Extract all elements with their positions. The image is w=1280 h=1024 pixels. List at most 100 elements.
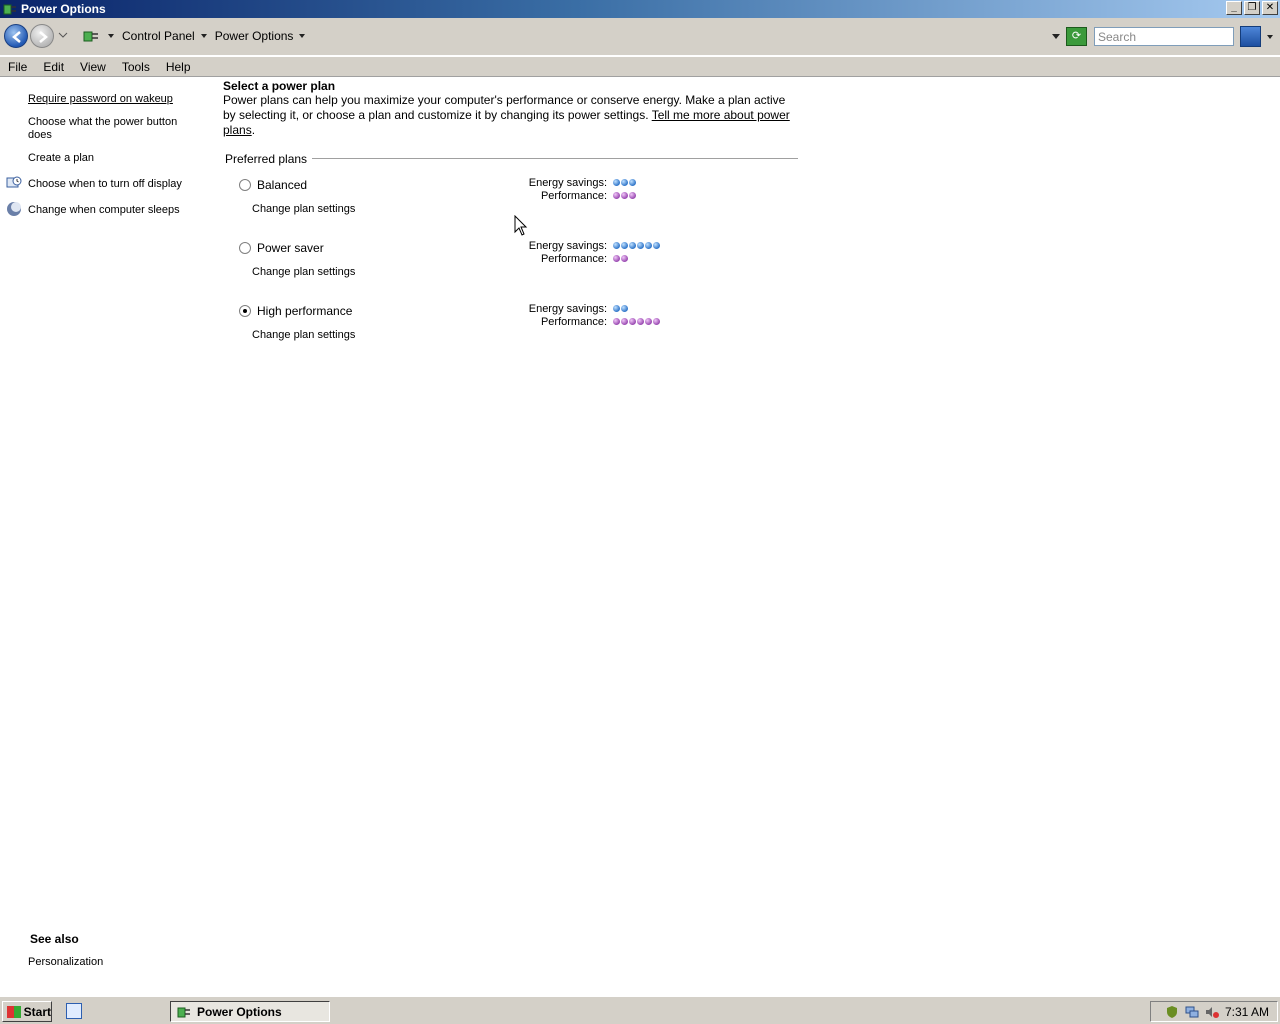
performance-dot <box>613 255 620 262</box>
computer-sleeps-link[interactable]: Change when computer sleeps <box>28 204 188 217</box>
network-icon[interactable] <box>1185 1005 1199 1019</box>
security-shield-icon[interactable] <box>1165 1005 1179 1019</box>
performance-dot <box>629 318 636 325</box>
energy-dot <box>621 305 628 312</box>
performance-dot <box>621 192 628 199</box>
energy-label: Energy savings: <box>528 240 607 252</box>
minimize-button[interactable]: _ <box>1226 1 1242 15</box>
forward-arrow-icon <box>39 31 48 43</box>
system-tray: 7:31 AM <box>1150 1001 1278 1022</box>
see-also-header: See also <box>30 932 79 946</box>
plan-balanced[interactable]: Balanced <box>239 178 307 192</box>
energy-dot <box>629 179 636 186</box>
menu-bar: File Edit View Tools Help <box>0 57 1280 77</box>
address-box[interactable]: Control Panel Power Options <box>78 25 1064 47</box>
search-icon[interactable] <box>1240 26 1261 47</box>
windows-logo-icon <box>7 1005 21 1018</box>
section-divider <box>312 158 798 159</box>
energy-label: Energy savings: <box>528 177 607 189</box>
performance-dot <box>653 318 660 325</box>
display-clock-icon <box>6 176 22 188</box>
energy-rating <box>613 242 660 249</box>
page-title: Select a power plan <box>223 79 336 93</box>
refresh-button[interactable]: ⟳ <box>1066 27 1087 46</box>
back-arrow-icon <box>12 31 21 43</box>
energy-dot <box>645 242 652 249</box>
performance-label: Performance: <box>540 190 607 202</box>
performance-dot <box>621 318 628 325</box>
energy-dot <box>613 242 620 249</box>
page-description: Power plans can help you maximize your c… <box>223 93 790 137</box>
radio-power-saver[interactable] <box>239 242 251 254</box>
performance-rating <box>613 255 628 262</box>
energy-dot <box>629 242 636 249</box>
title-bar: Power Options _ ❐ ✕ <box>0 0 1280 18</box>
power-options-icon <box>3 4 16 15</box>
energy-rating <box>613 305 628 312</box>
restore-button[interactable]: ❐ <box>1244 1 1260 15</box>
menu-tools[interactable]: Tools <box>114 60 158 74</box>
taskbar: Start Power Options 7:31 AM <box>0 996 1280 1024</box>
performance-dot <box>629 192 636 199</box>
quick-launch-icon[interactable] <box>66 1003 82 1019</box>
plan-power-saver[interactable]: Power saver <box>239 241 324 255</box>
menu-help[interactable]: Help <box>158 60 199 74</box>
performance-dot <box>613 318 620 325</box>
change-high-performance-link[interactable]: Change plan settings <box>252 329 355 341</box>
search-input[interactable]: Search <box>1094 27 1234 46</box>
taskbar-item-power-options[interactable]: Power Options <box>170 1001 330 1022</box>
start-button[interactable]: Start <box>2 1001 52 1022</box>
address-dropdown[interactable] <box>1052 34 1060 39</box>
change-power-saver-link[interactable]: Change plan settings <box>252 266 355 278</box>
address-bar: Control Panel Power Options ⟳ Search <box>0 18 1280 56</box>
plan-high-performance-label: High performance <box>257 304 353 318</box>
performance-dot <box>621 255 628 262</box>
close-button[interactable]: ✕ <box>1262 1 1278 15</box>
plan-high-performance[interactable]: High performance <box>239 304 352 318</box>
performance-label: Performance: <box>540 316 607 328</box>
menu-view[interactable]: View <box>72 60 114 74</box>
breadcrumb-control-panel[interactable]: Control Panel <box>122 29 207 43</box>
energy-rating <box>613 179 636 186</box>
menu-file[interactable]: File <box>0 60 35 74</box>
crumb-arrow[interactable] <box>108 34 114 38</box>
performance-rating <box>613 318 660 325</box>
energy-dot <box>653 242 660 249</box>
power-options-icon <box>177 1007 190 1017</box>
control-panel-icon <box>83 31 98 42</box>
performance-dot <box>645 318 652 325</box>
preferred-plans-header: Preferred plans <box>225 152 308 166</box>
performance-rating <box>613 192 636 199</box>
change-balanced-link[interactable]: Change plan settings <box>252 203 355 215</box>
performance-dot <box>613 192 620 199</box>
plan-balanced-label: Balanced <box>257 178 308 192</box>
forward-button[interactable] <box>30 24 54 48</box>
personalization-link[interactable]: Personalization <box>28 956 103 968</box>
breadcrumb-power-options[interactable]: Power Options <box>215 29 306 43</box>
radio-high-performance[interactable] <box>239 305 251 317</box>
search-options-dropdown[interactable] <box>1267 35 1273 39</box>
plan-power-saver-label: Power saver <box>257 241 324 255</box>
performance-dot <box>637 318 644 325</box>
back-button[interactable] <box>4 24 28 48</box>
require-password-link[interactable]: Require password on wakeup <box>28 93 188 106</box>
window-title: Power Options <box>21 2 106 16</box>
energy-dot <box>613 179 620 186</box>
power-button-link[interactable]: Choose what the power button does <box>28 116 178 142</box>
content-area: Require password on wakeup Choose what t… <box>0 77 1280 995</box>
energy-dot <box>637 242 644 249</box>
energy-dot <box>613 305 620 312</box>
performance-label: Performance: <box>540 253 607 265</box>
menu-edit[interactable]: Edit <box>35 60 72 74</box>
sleep-moon-icon <box>7 202 21 216</box>
energy-label: Energy savings: <box>528 303 607 315</box>
recent-pages-dropdown[interactable] <box>58 30 68 40</box>
volume-muted-icon[interactable] <box>1205 1005 1219 1019</box>
mouse-cursor-icon <box>514 215 528 236</box>
clock[interactable]: 7:31 AM <box>1225 1005 1269 1019</box>
turn-off-display-link[interactable]: Choose when to turn off display <box>28 178 188 191</box>
create-plan-link[interactable]: Create a plan <box>28 152 188 165</box>
radio-balanced[interactable] <box>239 179 251 191</box>
energy-dot <box>621 179 628 186</box>
energy-dot <box>621 242 628 249</box>
